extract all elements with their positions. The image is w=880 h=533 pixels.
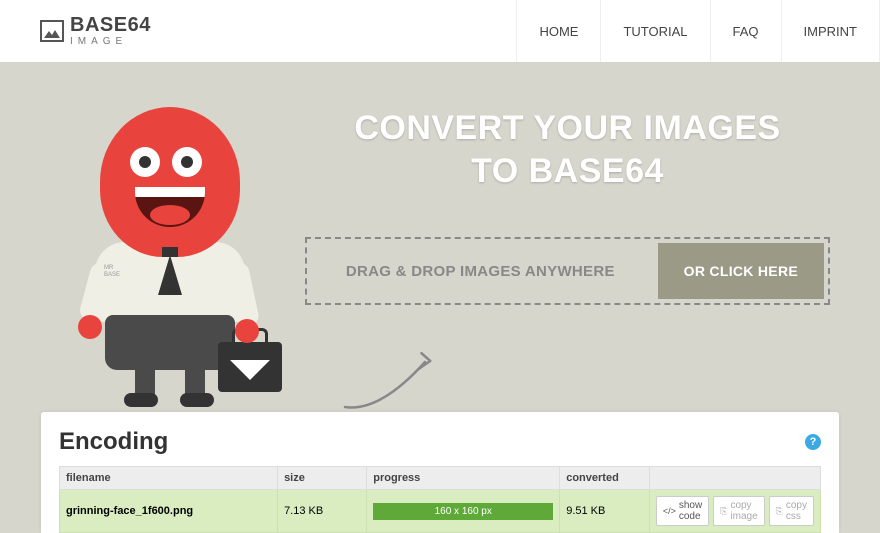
button-label: copy css: [786, 500, 807, 522]
tag-line: MR: [104, 265, 113, 271]
title-line: TO BASE64: [471, 152, 664, 190]
hero-title: CONVERT YOUR IMAGES TO BASE64: [305, 107, 830, 192]
copy-css-button[interactable]: ⎘copy css: [769, 496, 814, 526]
header: BASE64 IMAGE HOME TUTORIAL FAQ IMPRINT: [0, 0, 880, 62]
hero: MRBASE CONVERT YOUR IMAGES TO BASE64 DRA…: [0, 62, 880, 412]
progress-bar: 160 x 160 px: [373, 503, 553, 520]
nav-item-imprint[interactable]: IMPRINT: [781, 0, 880, 62]
button-label: OR CLICK HERE: [684, 263, 798, 279]
nav-item-tutorial[interactable]: TUTORIAL: [600, 0, 709, 62]
drop-text: DRAG & DROP IMAGES ANYWHERE: [307, 263, 654, 280]
nav-item-home[interactable]: HOME: [516, 0, 600, 62]
logo-text-sub: IMAGE: [70, 37, 151, 47]
show-code-button[interactable]: </>show code: [656, 496, 709, 526]
col-size: size: [278, 467, 367, 490]
card-title: Encoding: [59, 428, 168, 456]
cell-size: 7.13 KB: [278, 490, 367, 533]
copy-image-button[interactable]: ⎘copy image: [713, 496, 764, 526]
nav-label: FAQ: [733, 24, 759, 39]
card-head: Encoding ?: [59, 428, 821, 456]
upload-button[interactable]: OR CLICK HERE: [658, 243, 824, 299]
button-label: copy image: [730, 500, 757, 522]
logo-icon: [40, 20, 64, 42]
col-converted: converted: [560, 467, 650, 490]
nav: HOME TUTORIAL FAQ IMPRINT: [516, 0, 880, 62]
cell-actions: </>show code ⎘copy image ⎘copy css: [649, 490, 820, 533]
encoding-table: filename size progress converted grinnin…: [59, 466, 821, 533]
briefcase-icon: [218, 342, 282, 392]
logo-text-main: BASE64: [70, 15, 151, 35]
button-label: show code: [679, 500, 702, 522]
mascot: MRBASE: [50, 97, 280, 397]
mascot-name-tag: MRBASE: [104, 265, 120, 279]
logo-text: BASE64 IMAGE: [70, 15, 151, 47]
nav-label: IMPRINT: [804, 24, 857, 39]
nav-label: TUTORIAL: [623, 24, 687, 39]
nav-item-faq[interactable]: FAQ: [710, 0, 781, 62]
col-actions: [649, 467, 820, 490]
title-line: CONVERT YOUR IMAGES: [354, 109, 780, 147]
col-filename: filename: [60, 467, 278, 490]
arrow-icon: [335, 342, 455, 422]
cell-filename: grinning-face_1f600.png: [60, 490, 278, 533]
cell-progress: 160 x 160 px: [367, 490, 560, 533]
hero-right: CONVERT YOUR IMAGES TO BASE64 DRAG & DRO…: [305, 97, 830, 305]
col-progress: progress: [367, 467, 560, 490]
table-row: grinning-face_1f600.png 7.13 KB 160 x 16…: [60, 490, 821, 533]
drop-zone[interactable]: DRAG & DROP IMAGES ANYWHERE OR CLICK HER…: [305, 237, 830, 305]
nav-label: HOME: [539, 24, 578, 39]
help-icon[interactable]: ?: [805, 434, 821, 450]
logo[interactable]: BASE64 IMAGE: [40, 15, 151, 47]
tag-line: BASE: [104, 272, 120, 278]
cell-converted: 9.51 KB: [560, 490, 650, 533]
